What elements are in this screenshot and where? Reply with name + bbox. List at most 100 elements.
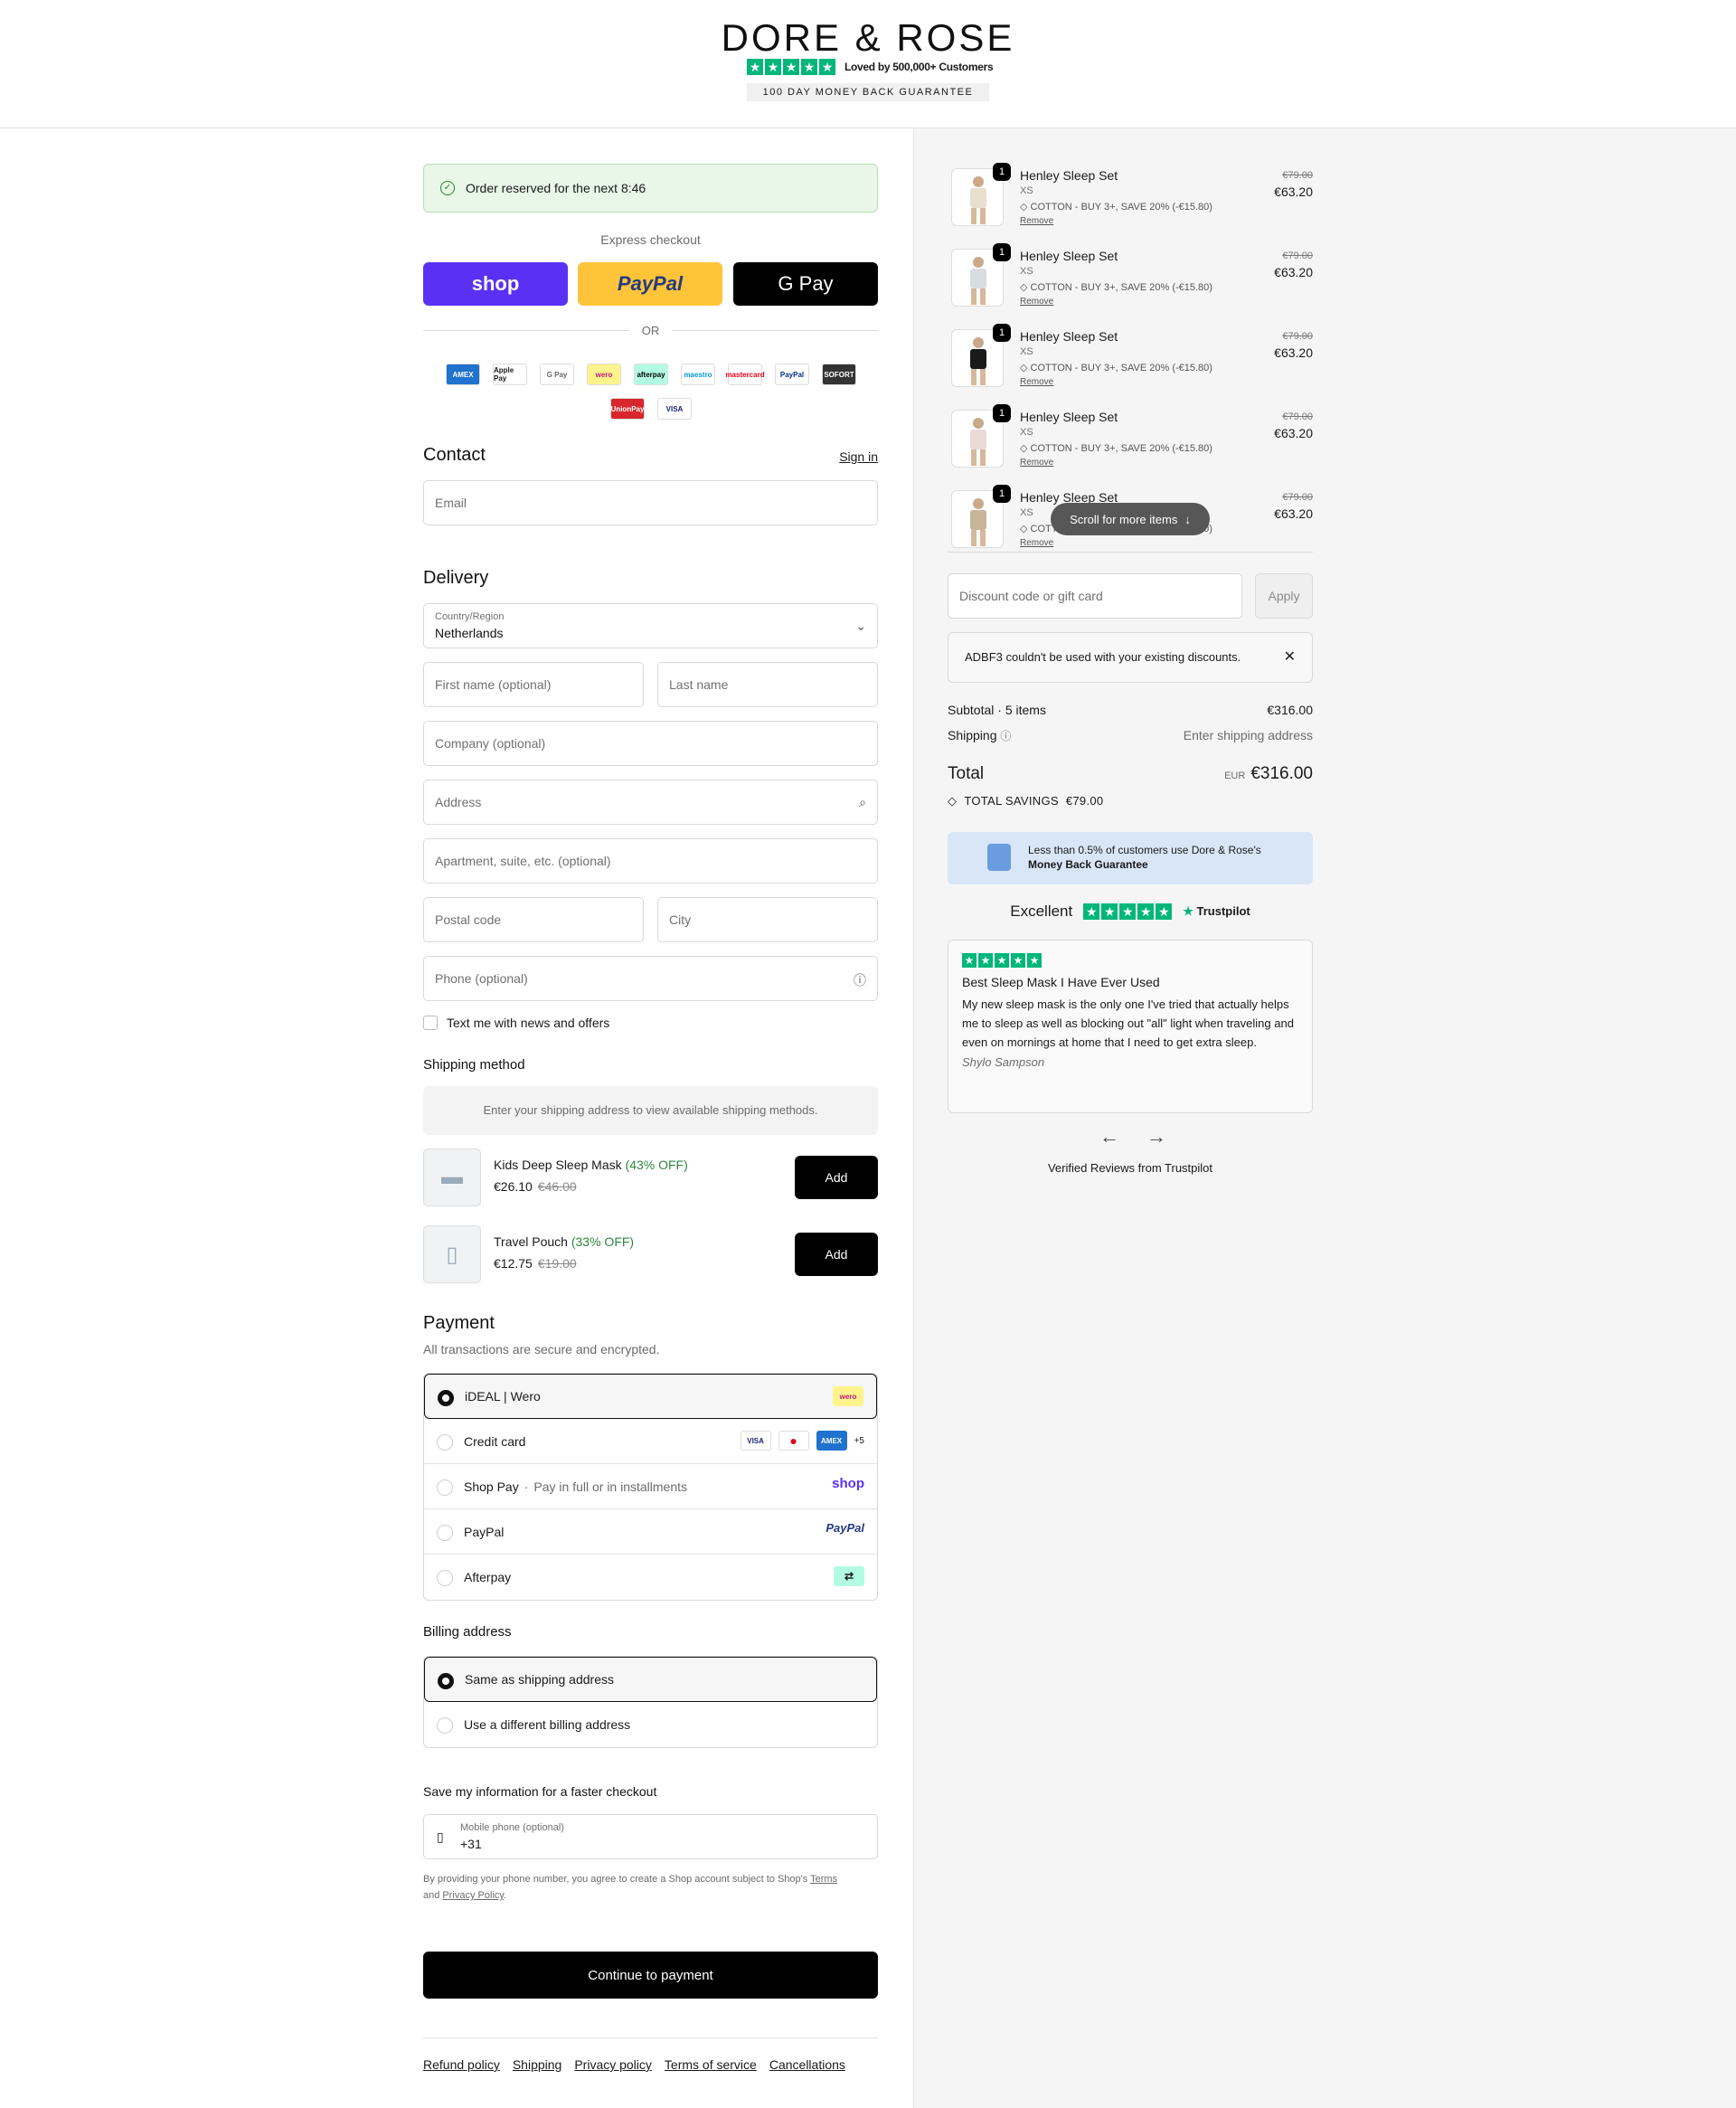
refund-policy-link[interactable]: Refund policy xyxy=(423,2057,500,2072)
payment-option-paypal[interactable]: PayPal PayPal xyxy=(424,1509,877,1555)
or-text: OR xyxy=(641,324,660,337)
arrow-right-icon[interactable]: → xyxy=(1146,1125,1166,1149)
help-circle-icon[interactable]: ⓘ xyxy=(854,971,866,989)
product-promo: ◇ COTTON - BUY 3+, SAVE 20% (-€15.80) xyxy=(1020,202,1212,213)
remove-link[interactable]: Remove xyxy=(1020,538,1053,548)
apartment-field[interactable]: Apartment, suite, etc. (optional) xyxy=(423,838,878,884)
trustpilot-stars: ★ ★ ★ ★ ★ xyxy=(1083,903,1173,920)
help-circle-icon[interactable]: ⓘ xyxy=(1000,730,1011,742)
guarantee-line1: Less than 0.5% of customers use Dore & R… xyxy=(1028,844,1261,856)
shop-pay-button[interactable]: shop xyxy=(423,262,568,306)
country-select[interactable]: Country/Region Netherlands ⌄ xyxy=(423,603,878,648)
star-icon: ★ xyxy=(747,59,763,75)
continue-to-payment-button[interactable]: Continue to payment xyxy=(423,1952,878,1999)
billing-different-option[interactable]: Use a different billing address xyxy=(424,1702,877,1747)
remove-link[interactable]: Remove xyxy=(1020,377,1053,387)
shipping-label: Shipping xyxy=(948,728,997,742)
scroll-more-button[interactable]: Scroll for more items ↓ xyxy=(1051,503,1210,535)
afterpay-icon: afterpay xyxy=(634,364,668,385)
more-cards-count: +5 xyxy=(854,1435,864,1446)
maestro-icon: maestro xyxy=(681,364,715,385)
privacy-policy-link[interactable]: Privacy policy xyxy=(574,2057,652,2072)
visa-logo: VISA xyxy=(740,1431,771,1451)
address-placeholder: Address xyxy=(435,795,482,809)
payment-icons-row-1: AMEX Apple Pay G Pay wero afterpay maest… xyxy=(446,364,856,385)
shipping-link[interactable]: Shipping xyxy=(513,2057,562,2072)
country-value: Netherlands xyxy=(435,626,504,640)
discount-input[interactable]: Discount code or gift card xyxy=(948,573,1242,619)
payment-option-shop-pay[interactable]: Shop Pay · Pay in full or in installments… xyxy=(424,1464,877,1509)
product-promo: ◇ COTTON - BUY 3+, SAVE 20% (-€15.80) xyxy=(1020,282,1212,293)
phone-field[interactable]: Phone (optional) ⓘ xyxy=(423,956,878,1001)
radio[interactable] xyxy=(437,1525,453,1541)
discount-error-text: ADBF3 couldn't be used with your existin… xyxy=(965,650,1241,664)
close-icon[interactable]: ✕ xyxy=(1284,633,1296,682)
company-field[interactable]: Company (optional) xyxy=(423,721,878,766)
radio[interactable] xyxy=(437,1434,453,1451)
text-me-option[interactable]: Text me with news and offers xyxy=(423,1016,609,1030)
shipping-method-title: Shipping method xyxy=(423,1057,525,1073)
add-button[interactable]: Add xyxy=(795,1233,878,1276)
guarantee-banner: 100 DAY MONEY BACK GUARANTEE xyxy=(747,83,989,101)
terms-of-service-link[interactable]: Terms of service xyxy=(665,2057,757,2072)
phone-placeholder: Phone (optional) xyxy=(435,971,528,986)
mobile-phone-field[interactable]: ▯ Mobile phone (optional) +31 xyxy=(423,1814,878,1859)
search-icon: ⌕ xyxy=(859,795,866,809)
payment-option-ideal[interactable]: iDEAL | Wero wero xyxy=(424,1374,877,1419)
radio-selected[interactable] xyxy=(438,1673,454,1689)
address-field[interactable]: Address ⌕ xyxy=(423,780,878,825)
radio[interactable] xyxy=(437,1717,453,1734)
star-icon: ★ xyxy=(1156,903,1173,920)
last-name-field[interactable]: Last name xyxy=(657,662,878,707)
star-icon: ★ xyxy=(1011,953,1025,968)
sign-in-link[interactable]: Sign in xyxy=(839,449,878,464)
arrow-left-icon[interactable]: ← xyxy=(1099,1125,1119,1149)
radio[interactable] xyxy=(437,1570,453,1586)
shopping-bag-icon xyxy=(987,844,1011,871)
privacy-policy-link[interactable]: Privacy Policy xyxy=(442,1890,504,1901)
product-title: Henley Sleep Set xyxy=(1020,168,1118,183)
shop-logo: shop xyxy=(832,1476,864,1491)
payment-option-afterpay[interactable]: Afterpay ⇄ xyxy=(424,1555,877,1600)
remove-link[interactable]: Remove xyxy=(1020,297,1053,307)
rating-label: Excellent xyxy=(1010,903,1073,920)
rating-row: ★ ★ ★ ★ ★ Loved by 500,000+ Customers xyxy=(747,59,994,75)
reservation-text: Order reserved for the next 8:46 xyxy=(466,181,646,195)
remove-link[interactable]: Remove xyxy=(1020,216,1053,226)
cancellations-link[interactable]: Cancellations xyxy=(769,2057,845,2072)
payment-option-credit-card[interactable]: Credit card VISA ● AMEX +5 xyxy=(424,1419,877,1464)
google-pay-button[interactable]: G Pay xyxy=(733,262,878,306)
radio[interactable] xyxy=(437,1479,453,1496)
upsell-item: ▯ Travel Pouch (33% OFF) €12.75 €19.00 Ad… xyxy=(423,1225,878,1283)
remove-link[interactable]: Remove xyxy=(1020,458,1053,468)
radio-selected[interactable] xyxy=(438,1390,454,1406)
add-button[interactable]: Add xyxy=(795,1156,878,1199)
billing-same-option[interactable]: Same as shipping address xyxy=(424,1657,877,1702)
upsell-discount: (33% OFF) xyxy=(571,1234,635,1249)
text-me-checkbox[interactable] xyxy=(423,1016,438,1030)
store-logo[interactable]: DORE & ROSE xyxy=(0,16,1736,60)
star-icon: ★ xyxy=(1101,903,1118,920)
terms-link[interactable]: Terms xyxy=(810,1874,837,1885)
original-price: €79.00 xyxy=(1282,411,1313,422)
apply-button[interactable]: Apply xyxy=(1255,573,1313,619)
contact-title: Contact xyxy=(423,445,486,465)
quantity-badge: 1 xyxy=(993,243,1011,261)
star-icon: ★ xyxy=(1083,903,1100,920)
star-icon: ★ xyxy=(995,953,1009,968)
mobile-phone-label: Mobile phone (optional) xyxy=(460,1822,564,1833)
total-value: €316.00 xyxy=(1250,764,1313,783)
first-name-field[interactable]: First name (optional) xyxy=(423,662,644,707)
city-field[interactable]: City xyxy=(657,897,878,942)
paypal-button[interactable]: PayPal xyxy=(578,262,722,306)
country-label: Country/Region xyxy=(435,611,505,622)
review-nav: ← → xyxy=(1099,1125,1166,1149)
star-icon: ★ xyxy=(801,59,817,75)
cart-items[interactable]: 1 Henley Sleep Set XS ◇ COTTON - BUY 3+, SA… xyxy=(948,128,1313,553)
review-author: Shylo Sampson xyxy=(962,1055,1045,1069)
trustpilot-summary: Excellent ★ ★ ★ ★ ★ ★ Trustpilot xyxy=(948,903,1313,921)
email-field[interactable]: Email xyxy=(423,480,878,525)
payment-option-label: iDEAL | Wero xyxy=(465,1389,541,1404)
postal-code-field[interactable]: Postal code xyxy=(423,897,644,942)
quantity-badge: 1 xyxy=(993,324,1011,342)
